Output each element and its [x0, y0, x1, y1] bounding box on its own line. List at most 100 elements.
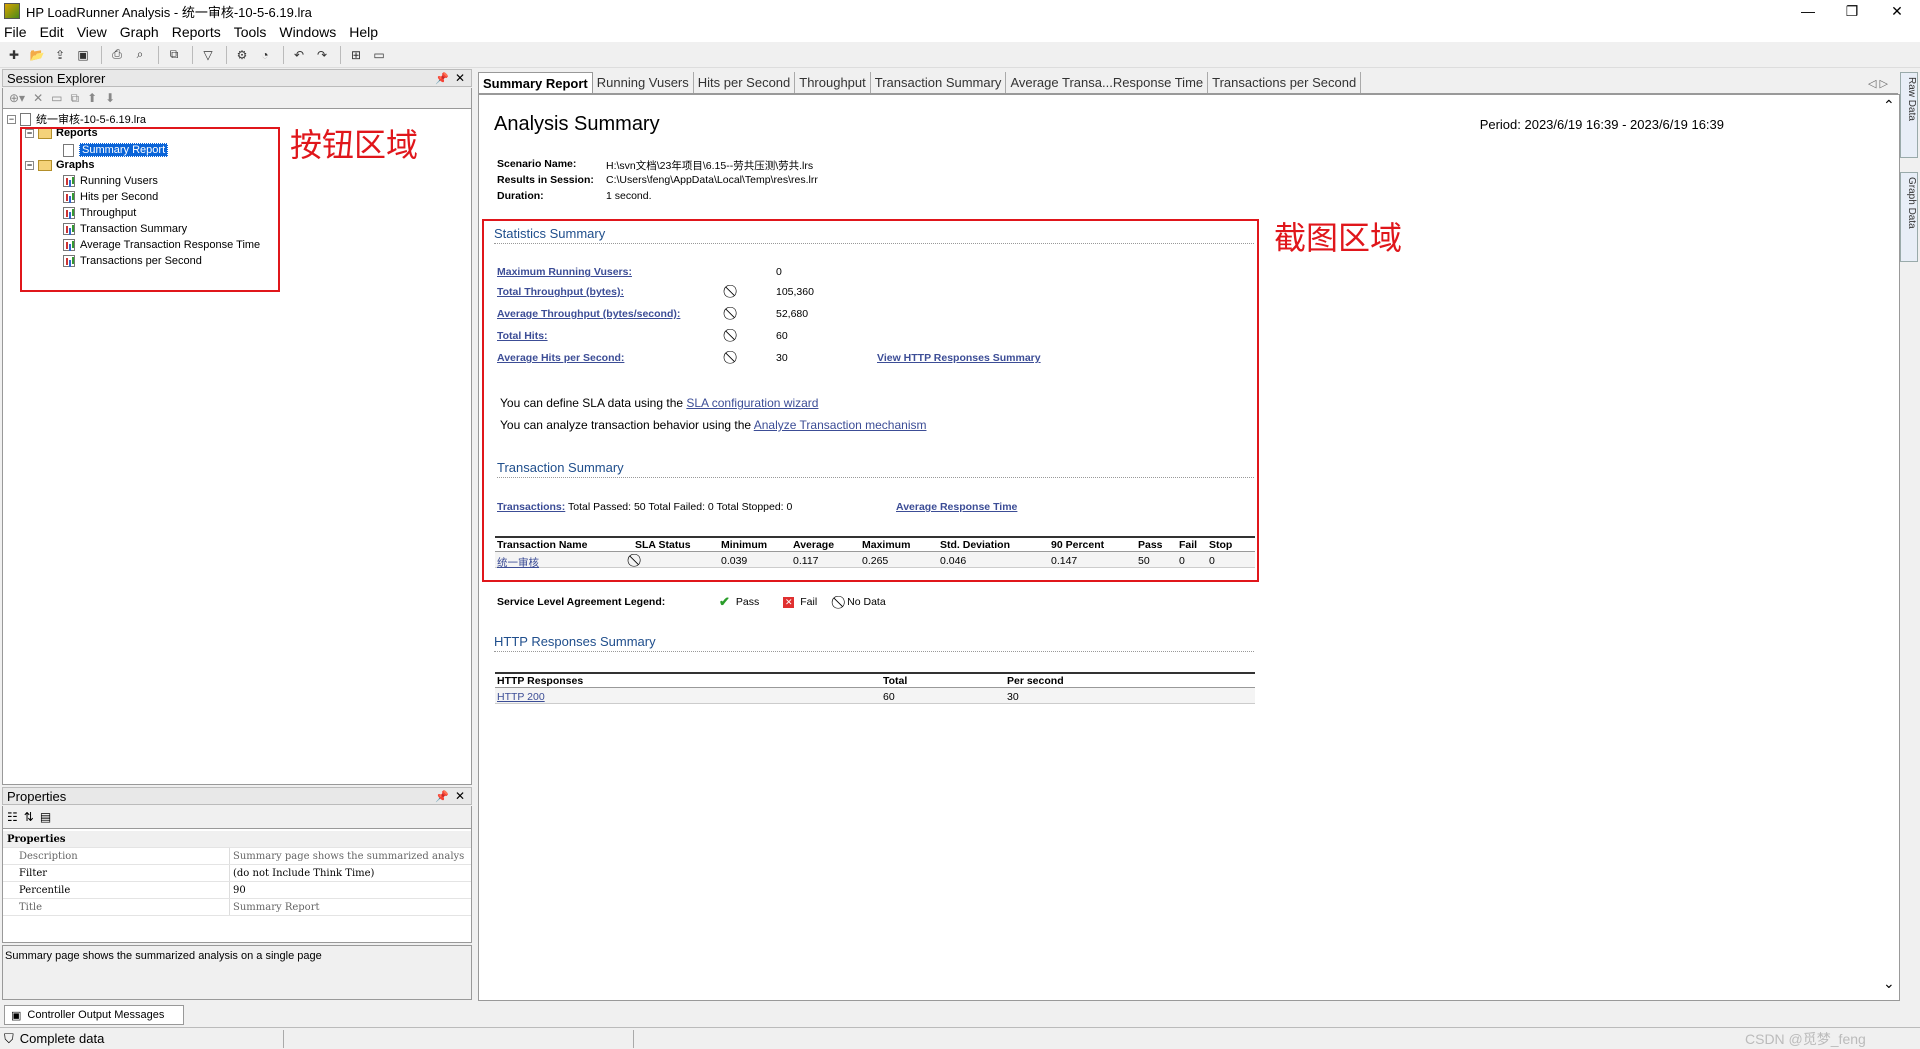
- add-graph-icon[interactable]: ⊕▾: [9, 91, 25, 105]
- save-icon[interactable]: ▣: [73, 46, 93, 64]
- tree-root[interactable]: − 统一审核-10-5-6.19.lra: [7, 111, 146, 127]
- tree-root-label: 统一审核-10-5-6.19.lra: [36, 114, 147, 126]
- undo-icon[interactable]: ↶: [289, 46, 309, 64]
- menu-view[interactable]: View: [77, 24, 107, 40]
- report-document: Analysis Summary Period: 2023/6/19 16:39…: [479, 95, 1879, 1000]
- http-200-link[interactable]: HTTP 200: [497, 691, 545, 703]
- tab-scroll-arrows[interactable]: ◁ ▷: [1858, 77, 1898, 93]
- properties-group-label: Properties: [7, 834, 66, 845]
- document-tabs: Summary Report Running Vusers Hits per S…: [478, 72, 1898, 94]
- pin-icon[interactable]: 📌: [435, 72, 449, 85]
- property-pages-icon[interactable]: ▤: [40, 810, 51, 824]
- properties-header: Properties 📌 ✕: [2, 787, 472, 805]
- raw-data-label: Raw Data: [1906, 77, 1917, 121]
- graph-data-tab[interactable]: Graph Data: [1900, 172, 1918, 262]
- legend-fail: Fail: [800, 596, 818, 608]
- close-panel-icon[interactable]: ✕: [455, 789, 465, 803]
- menu-bar: File Edit View Graph Reports Tools Windo…: [0, 22, 1920, 42]
- sort-alpha-icon[interactable]: ⇅: [24, 810, 34, 824]
- property-value[interactable]: (do not Include Think Time): [230, 865, 374, 881]
- close-panel-icon[interactable]: ✕: [455, 71, 465, 85]
- property-row[interactable]: Title Summary Report: [3, 899, 471, 916]
- analyze-icon[interactable]: ◔: [255, 46, 275, 64]
- rename-icon[interactable]: ▭: [51, 91, 62, 105]
- tab-throughput[interactable]: Throughput: [795, 72, 871, 93]
- redo-icon[interactable]: ↷: [312, 46, 332, 64]
- property-row[interactable]: Filter (do not Include Think Time): [3, 865, 471, 882]
- property-key: Filter: [3, 865, 230, 881]
- menu-file[interactable]: File: [4, 24, 27, 40]
- graph-settings-icon[interactable]: ⚙: [232, 46, 252, 64]
- controller-output-tab[interactable]: ▣ Controller Output Messages: [4, 1005, 184, 1025]
- new-session-icon[interactable]: ✚: [4, 46, 24, 64]
- scroll-down-icon[interactable]: ⌄: [1883, 975, 1895, 992]
- session-explorer-title: Session Explorer: [7, 70, 106, 86]
- move-down-icon[interactable]: ⬇: [105, 91, 115, 105]
- tab-transactions-per-second[interactable]: Transactions per Second: [1208, 72, 1362, 93]
- toolbar-separator: [101, 45, 102, 64]
- tab-transaction-summary[interactable]: Transaction Summary: [871, 72, 1007, 93]
- table-row: HTTP 200 60 30: [495, 688, 1255, 704]
- tab-avg-response-time[interactable]: Average Transa...Response Time: [1006, 72, 1209, 93]
- close-button[interactable]: ✕: [1874, 0, 1920, 22]
- session-explorer-toolbar: ⊕▾ ✕ ▭ ⧉ ⬆ ⬇: [2, 88, 472, 108]
- tab-summary-report[interactable]: Summary Report: [478, 72, 593, 93]
- property-row[interactable]: Description Summary page shows the summar…: [3, 848, 471, 865]
- property-value[interactable]: 90: [230, 882, 246, 898]
- cell-total: 60: [883, 691, 895, 703]
- minimize-button[interactable]: —: [1785, 0, 1831, 22]
- move-up-icon[interactable]: ⬆: [87, 91, 97, 105]
- properties-title: Properties: [7, 788, 67, 804]
- properties-toolbar: ☷ ⇅ ▤: [2, 806, 472, 828]
- pin-icon[interactable]: 📌: [435, 790, 449, 803]
- filter-icon[interactable]: ▽: [198, 46, 218, 64]
- tab-hits-per-second[interactable]: Hits per Second: [694, 72, 796, 93]
- menu-edit[interactable]: Edit: [40, 24, 64, 40]
- menu-help[interactable]: Help: [349, 24, 378, 40]
- add-graph-icon[interactable]: ⊞: [346, 46, 366, 64]
- import-icon[interactable]: ⇪: [50, 46, 70, 64]
- controller-output-label: Controller Output Messages: [27, 1009, 165, 1021]
- menu-reports[interactable]: Reports: [172, 24, 221, 40]
- raw-data-tab[interactable]: Raw Data: [1900, 72, 1918, 158]
- properties-group[interactable]: Properties: [3, 831, 471, 848]
- property-key: Percentile: [3, 882, 230, 898]
- status-separator: [633, 1030, 634, 1048]
- open-session-icon[interactable]: 📂: [27, 46, 47, 64]
- sla-legend-label: Service Level Agreement Legend:: [497, 596, 666, 608]
- scenario-name-label: Scenario Name:: [497, 158, 577, 170]
- property-row[interactable]: Percentile 90: [3, 882, 471, 899]
- copy-icon[interactable]: ⧉: [164, 46, 184, 64]
- toolbar-separator: [192, 45, 193, 64]
- pass-icon: ✔: [719, 594, 730, 609]
- duplicate-icon[interactable]: ⧉: [70, 91, 79, 106]
- scroll-up-icon[interactable]: ⌃: [1883, 97, 1895, 114]
- app-icon: [4, 3, 20, 19]
- menu-graph[interactable]: Graph: [120, 24, 159, 40]
- status-bar: ⛉ Complete data CSDN @觅梦_feng: [0, 1027, 1920, 1049]
- categorized-icon[interactable]: ☷: [7, 810, 18, 824]
- print-preview-icon[interactable]: ⌕: [130, 46, 150, 64]
- col-per-second: Per second: [1007, 675, 1064, 687]
- http-table-header: HTTP Responses Total Per second: [495, 674, 1255, 688]
- restore-button[interactable]: ❐: [1829, 0, 1875, 22]
- status-icon: ⛉: [4, 1030, 14, 1046]
- output-icon: ▣: [11, 1009, 22, 1022]
- menu-tools[interactable]: Tools: [234, 24, 267, 40]
- sla-legend: ✔Pass ✕Fail ⃠No Data: [719, 594, 886, 610]
- vertical-scrollbar[interactable]: ⌃ ⌄: [1879, 95, 1899, 1000]
- title-bar: HP LoadRunner Analysis - 统一审核-10-5-6.19.…: [0, 0, 1920, 22]
- property-key: Title: [3, 899, 230, 915]
- menu-windows[interactable]: Windows: [279, 24, 336, 40]
- collapse-icon[interactable]: −: [7, 114, 16, 124]
- status-text: Complete data: [19, 1031, 105, 1046]
- report-view: Analysis Summary Period: 2023/6/19 16:39…: [478, 94, 1900, 1001]
- tab-running-vusers[interactable]: Running Vusers: [593, 72, 694, 93]
- window-icon[interactable]: ▭: [369, 46, 389, 64]
- delete-icon[interactable]: ✕: [33, 91, 43, 105]
- http-table: HTTP Responses Total Per second HTTP 200…: [495, 672, 1255, 704]
- toolbar-separator: [340, 45, 341, 64]
- toolbar-separator: [283, 45, 284, 64]
- print-icon[interactable]: ⎙: [107, 46, 127, 64]
- report-period: Period: 2023/6/19 16:39 - 2023/6/19 16:3…: [1479, 117, 1724, 132]
